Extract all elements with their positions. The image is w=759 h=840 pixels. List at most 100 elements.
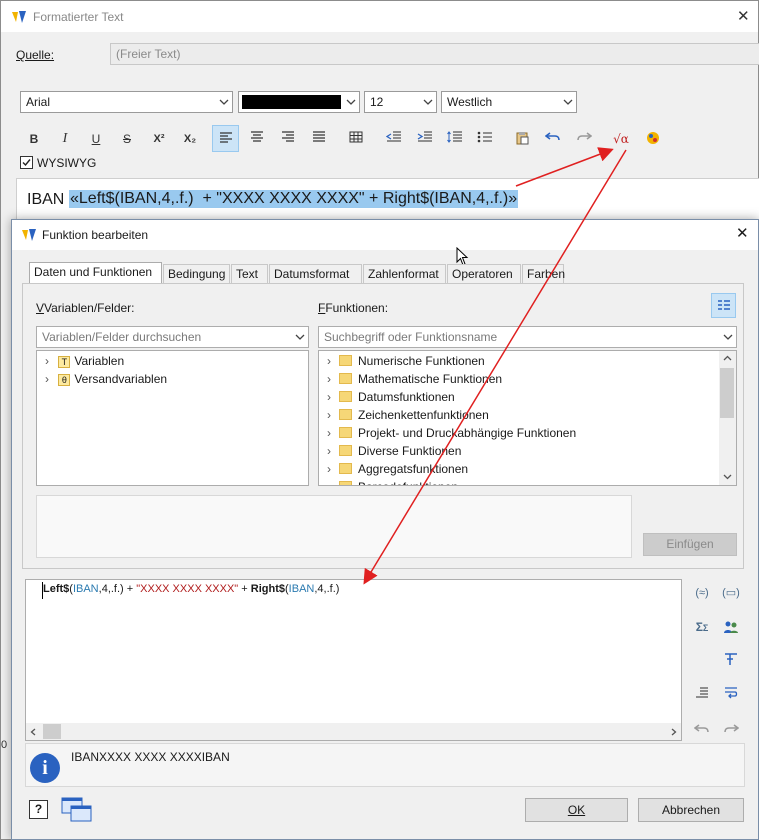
- folder-icon: [339, 355, 352, 366]
- chevron-down-icon: [219, 99, 229, 105]
- insert-placeholder-icon[interactable]: (▭): [719, 582, 743, 604]
- tree-label: Barcodefunktionen: [358, 480, 458, 485]
- font-size-select[interactable]: 12: [364, 91, 437, 113]
- insert-variable-icon[interactable]: (≈): [690, 582, 714, 604]
- funcs-tree-item[interactable]: › Datumsfunktionen: [327, 388, 455, 406]
- table-button[interactable]: [344, 127, 368, 151]
- insert-button[interactable]: Einfügen: [643, 533, 737, 556]
- bold-button[interactable]: B: [22, 127, 46, 151]
- vars-search-input[interactable]: Variablen/Felder durchsuchen: [36, 326, 309, 348]
- scroll-up-icon[interactable]: [723, 355, 732, 361]
- script-select[interactable]: Westlich: [441, 91, 577, 113]
- cancel-button[interactable]: Abbrechen: [638, 798, 744, 822]
- expand-icon: ›: [327, 462, 331, 476]
- indent-expr-icon[interactable]: [690, 682, 714, 704]
- tab-2[interactable]: Text: [231, 264, 268, 284]
- result-preview-text: IBANXXXX XXXX XXXXIBAN: [71, 750, 230, 764]
- outdent-icon: [386, 131, 401, 142]
- expr-hscrollbar[interactable]: [26, 723, 681, 740]
- funcs-scrollbar[interactable]: [719, 351, 736, 485]
- font-family-select[interactable]: Arial: [20, 91, 233, 113]
- dialog-close-icon[interactable]: ✕: [736, 224, 749, 242]
- italic-button[interactable]: I: [53, 127, 77, 151]
- source-select[interactable]: (Freier Text): [110, 43, 759, 65]
- funcs-tree-item[interactable]: › Mathematische Funktionen: [327, 370, 502, 388]
- tree-label: Projekt- und Druckabhängige Funktionen: [358, 426, 577, 440]
- underline-button[interactable]: U: [84, 127, 108, 151]
- outdent-button[interactable]: [382, 127, 406, 151]
- folder-icon: [339, 481, 352, 485]
- scrollbar-thumb[interactable]: [720, 368, 734, 418]
- redo-button[interactable]: [572, 127, 596, 151]
- scroll-down-icon[interactable]: [723, 474, 732, 480]
- indent-icon: [417, 131, 432, 142]
- tree-label: Diverse Funktionen: [358, 444, 462, 458]
- help-icon[interactable]: ?: [29, 800, 48, 819]
- expr-redo-icon[interactable]: [719, 718, 743, 740]
- expr-args: ,4,.f.): [314, 583, 340, 595]
- align-center-button[interactable]: [245, 127, 269, 151]
- variable-icon: T: [58, 356, 71, 368]
- funcs-tree-item[interactable]: › Barcodefunktionen: [327, 478, 458, 485]
- funcs-tree-item[interactable]: › Diverse Funktionen: [327, 442, 461, 460]
- title-bar: Formatierter Text ✕: [1, 1, 758, 32]
- mail-variable-icon: θ: [58, 374, 71, 386]
- editor-formula[interactable]: «Left$(IBAN,4,.f.) + "XXXX XXXX XXXX" + …: [69, 190, 519, 208]
- align-left-button[interactable]: [212, 125, 239, 152]
- indent-button[interactable]: [413, 127, 437, 151]
- insert-formula-button[interactable]: √α: [609, 127, 633, 151]
- expand-icon: ›: [327, 390, 331, 404]
- justify-button[interactable]: [307, 127, 331, 151]
- scroll-left-icon[interactable]: [30, 728, 36, 736]
- line-spacing-button[interactable]: [443, 127, 467, 151]
- line-spacing-icon: [447, 131, 462, 143]
- rich-text-editor[interactable]: IBAN «Left$(IBAN,4,.f.) + "XXXX XXXX XXX…: [16, 178, 759, 223]
- tab-5[interactable]: Operatoren: [447, 264, 521, 284]
- wrap-icon[interactable]: [719, 682, 743, 704]
- funcs-tree: › Numerische Funktionen › Mathematische Fun…: [318, 350, 737, 486]
- align-right-button[interactable]: [276, 127, 300, 151]
- formula-settings-button[interactable]: [641, 127, 665, 151]
- superscript-button[interactable]: X²: [147, 127, 171, 151]
- list-button[interactable]: [473, 127, 497, 151]
- paste-button[interactable]: [510, 127, 534, 151]
- expression-text[interactable]: Left$(IBAN,4,.f.) + "XXXX XXXX XXXX" + R…: [43, 583, 339, 595]
- expr-literal: "XXXX XXXX XXXX": [136, 583, 239, 595]
- tab-0[interactable]: Daten und Funktionen: [29, 262, 162, 285]
- expr-left-func: Left$: [43, 583, 70, 595]
- format-icon[interactable]: [719, 648, 743, 670]
- scroll-right-icon[interactable]: [671, 728, 677, 736]
- funcs-search-input[interactable]: Suchbegriff oder Funktionsname: [318, 326, 737, 348]
- chevron-down-icon: [563, 99, 573, 105]
- font-color-select[interactable]: [238, 91, 360, 113]
- ok-button-label: OK: [567, 803, 586, 817]
- undo-button[interactable]: [541, 127, 565, 151]
- ok-button[interactable]: OK: [525, 798, 628, 822]
- tab-6[interactable]: Farben: [522, 264, 565, 284]
- strikethrough-button[interactable]: S: [115, 127, 139, 151]
- redo-icon: [577, 132, 592, 141]
- users-icon[interactable]: [719, 616, 743, 638]
- funcs-tree-item[interactable]: › Aggregatsfunktionen: [327, 460, 468, 478]
- tree-item-variables[interactable]: › T Variablen: [45, 352, 124, 370]
- expression-editor[interactable]: Left$(IBAN,4,.f.) + "XXXX XXXX XXXX" + R…: [25, 579, 682, 741]
- align-center-icon: [251, 131, 263, 142]
- funcs-tree-item[interactable]: › Numerische Funktionen: [327, 352, 485, 370]
- funcs-label-text: Funktionen:: [325, 301, 389, 315]
- tab-1[interactable]: Bedingung: [163, 264, 230, 284]
- windows-icon[interactable]: [61, 797, 93, 823]
- scrollbar-thumb[interactable]: [43, 724, 61, 739]
- sum-icon[interactable]: ΣΣ: [690, 616, 714, 638]
- tab-4[interactable]: Zahlenformat: [363, 264, 446, 284]
- source-label: Quelle:: [16, 48, 55, 62]
- tab-3[interactable]: Datumsformat: [269, 264, 362, 284]
- funcs-tree-item[interactable]: › Projekt- und Druckabhängige Funktionen: [327, 424, 576, 442]
- funcs-tree-item[interactable]: › Zeichenkettenfunktionen: [327, 406, 489, 424]
- expr-undo-icon[interactable]: [690, 718, 714, 740]
- subscript-button[interactable]: X₂: [178, 127, 202, 151]
- tree-item-mail-variables[interactable]: › θ Versandvariablen: [45, 370, 167, 388]
- close-icon[interactable]: ✕: [737, 7, 750, 25]
- wysiwyg-checkbox[interactable]: [20, 156, 33, 169]
- view-toggle-button[interactable]: [711, 293, 736, 318]
- chevron-down-icon: [295, 334, 305, 340]
